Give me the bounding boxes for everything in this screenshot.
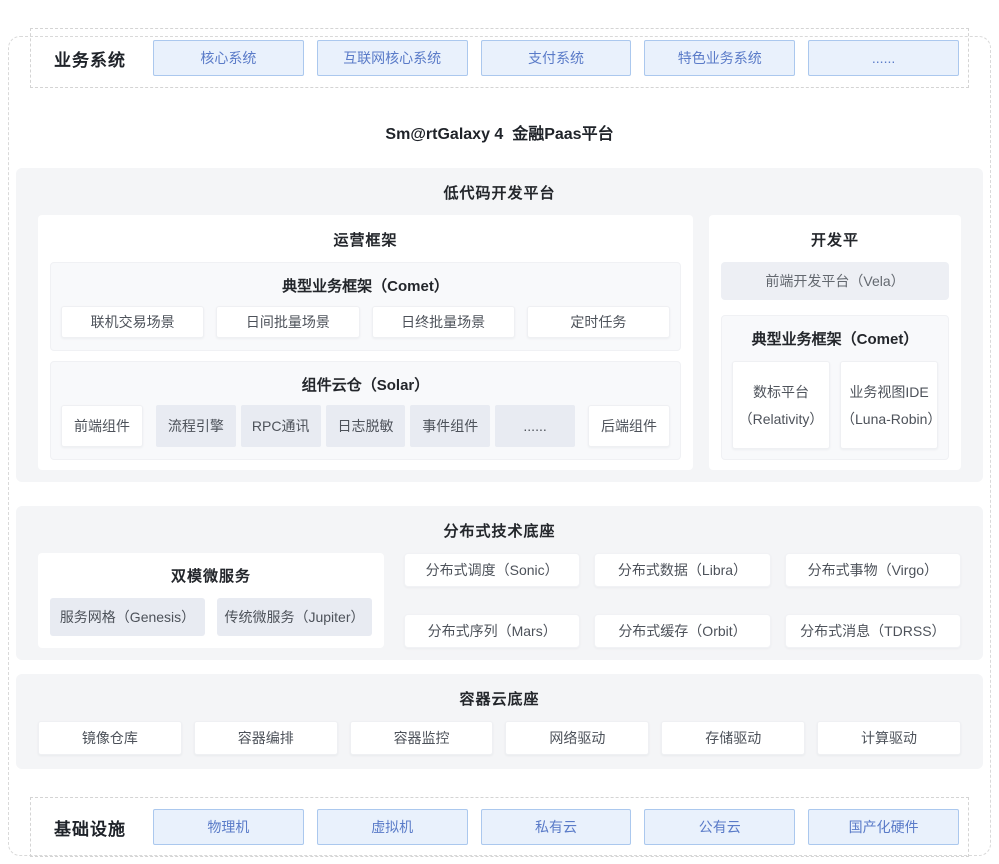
solar-middleware-group: 流程引擎 RPC通讯 日志脱敏 事件组件 ...... xyxy=(156,405,575,447)
relativity-platform[interactable]: 数标平台 （Relativity） xyxy=(732,361,830,449)
luna-robin-name: 业务视图IDE xyxy=(849,382,928,402)
dual-mode-title: 双模微服务 xyxy=(50,565,372,586)
business-system-core[interactable]: 核心系统 xyxy=(153,40,304,76)
distributed-scheduling-sonic[interactable]: 分布式调度（Sonic） xyxy=(404,553,580,587)
luna-robin-ide[interactable]: 业务视图IDE （Luna-Robin） xyxy=(840,361,938,449)
container-monitoring[interactable]: 容器监控 xyxy=(350,721,494,755)
dev-platform-title: 开发平 xyxy=(721,229,949,250)
relativity-codename: （Relativity） xyxy=(739,409,824,429)
infra-physical-machine[interactable]: 物理机 xyxy=(153,809,304,845)
storage-driver[interactable]: 存储驱动 xyxy=(661,721,805,755)
lowcode-platform-title: 低代码开发平台 xyxy=(38,178,961,203)
business-system-internet-core[interactable]: 互联网核心系统 xyxy=(317,40,468,76)
dual-mode-microservice-panel: 双模微服务 服务网格（Genesis） 传统微服务（Jupiter） xyxy=(38,553,384,648)
dev-platform-panel: 开发平 前端开发平台（Vela） 典型业务框架（Comet） 数标平台 （Rel… xyxy=(709,215,961,470)
component-rpc[interactable]: RPC通讯 xyxy=(241,405,321,447)
lowcode-platform-section: 低代码开发平台 运营框架 典型业务框架（Comet） 联机交易场景 日间批量场景… xyxy=(16,168,983,482)
scenario-scheduled-task[interactable]: 定时任务 xyxy=(527,306,670,338)
infra-virtual-machine[interactable]: 虚拟机 xyxy=(317,809,468,845)
operation-framework-panel: 运营框架 典型业务框架（Comet） 联机交易场景 日间批量场景 日终批量场景 … xyxy=(38,215,693,470)
solar-warehouse-title: 组件云仓（Solar） xyxy=(61,374,670,395)
business-system-more[interactable]: ...... xyxy=(808,40,959,76)
business-system-payment[interactable]: 支付系统 xyxy=(481,40,632,76)
container-orchestration[interactable]: 容器编排 xyxy=(194,721,338,755)
solar-warehouse-box: 组件云仓（Solar） 前端组件 流程引擎 RPC通讯 日志脱敏 事件组件 ..… xyxy=(50,361,681,460)
platform-title: Sm@rtGalaxy 4 金融Paas平台 xyxy=(0,120,999,144)
comet-framework-title: 典型业务框架（Comet） xyxy=(61,275,670,296)
infra-public-cloud[interactable]: 公有云 xyxy=(644,809,795,845)
component-backend[interactable]: 后端组件 xyxy=(588,405,670,447)
distributed-data-libra[interactable]: 分布式数据（Libra） xyxy=(594,553,770,587)
component-log-masking[interactable]: 日志脱敏 xyxy=(326,405,406,447)
dual-mode-row: 服务网格（Genesis） 传统微服务（Jupiter） xyxy=(50,598,372,636)
container-cloud-section: 容器云底座 镜像仓库 容器编排 容器监控 网络驱动 存储驱动 计算驱动 xyxy=(16,674,983,769)
distributed-sequence-mars[interactable]: 分布式序列（Mars） xyxy=(404,614,580,648)
distributed-cache-orbit[interactable]: 分布式缓存（Orbit） xyxy=(594,614,770,648)
service-mesh-genesis[interactable]: 服务网格（Genesis） xyxy=(50,598,205,636)
business-systems-label: 业务系统 xyxy=(40,46,140,71)
scenario-online-trading[interactable]: 联机交易场景 xyxy=(61,306,204,338)
distributed-transaction-virgo[interactable]: 分布式事物（Virgo） xyxy=(785,553,961,587)
image-registry[interactable]: 镜像仓库 xyxy=(38,721,182,755)
network-driver[interactable]: 网络驱动 xyxy=(505,721,649,755)
component-frontend[interactable]: 前端组件 xyxy=(61,405,143,447)
comet-scenario-row: 联机交易场景 日间批量场景 日终批量场景 定时任务 xyxy=(61,306,670,338)
business-system-special[interactable]: 特色业务系统 xyxy=(644,40,795,76)
dev-comet-box: 典型业务框架（Comet） 数标平台 （Relativity） 业务视图IDE … xyxy=(721,315,949,460)
vela-frontend-platform[interactable]: 前端开发平台（Vela） xyxy=(721,262,949,300)
dev-comet-row: 数标平台 （Relativity） 业务视图IDE （Luna-Robin） xyxy=(732,361,938,449)
solar-component-row: 前端组件 流程引擎 RPC通讯 日志脱敏 事件组件 ...... 后端组件 xyxy=(61,405,670,447)
comet-framework-box: 典型业务框架（Comet） 联机交易场景 日间批量场景 日终批量场景 定时任务 xyxy=(50,262,681,351)
distributed-services-grid: 分布式调度（Sonic） 分布式数据（Libra） 分布式事物（Virgo） 分… xyxy=(404,553,961,648)
component-more[interactable]: ...... xyxy=(495,405,575,447)
relativity-name: 数标平台 xyxy=(753,382,809,402)
infra-private-cloud[interactable]: 私有云 xyxy=(481,809,632,845)
container-cloud-title: 容器云底座 xyxy=(38,684,961,709)
distributed-message-tdrss[interactable]: 分布式消息（TDRSS） xyxy=(785,614,961,648)
component-event[interactable]: 事件组件 xyxy=(410,405,490,447)
distributed-base-title: 分布式技术底座 xyxy=(38,516,961,541)
scenario-daytime-batch[interactable]: 日间批量场景 xyxy=(216,306,359,338)
infrastructure-row: 基础设施 物理机 虚拟机 私有云 公有云 国产化硬件 xyxy=(30,797,969,857)
dev-comet-title: 典型业务框架（Comet） xyxy=(732,328,938,349)
business-systems-row: 业务系统 核心系统 互联网核心系统 支付系统 特色业务系统 ...... xyxy=(30,28,969,88)
traditional-microservice-jupiter[interactable]: 传统微服务（Jupiter） xyxy=(217,598,372,636)
container-cloud-row: 镜像仓库 容器编排 容器监控 网络驱动 存储驱动 计算驱动 xyxy=(38,721,961,755)
luna-robin-codename: （Luna-Robin） xyxy=(841,409,937,429)
component-process-engine[interactable]: 流程引擎 xyxy=(156,405,236,447)
distributed-content: 双模微服务 服务网格（Genesis） 传统微服务（Jupiter） 分布式调度… xyxy=(38,553,961,648)
architecture-diagram: 业务系统 核心系统 互联网核心系统 支付系统 特色业务系统 ...... Sm@… xyxy=(0,28,999,857)
lowcode-content: 运营框架 典型业务框架（Comet） 联机交易场景 日间批量场景 日终批量场景 … xyxy=(38,215,961,470)
compute-driver[interactable]: 计算驱动 xyxy=(817,721,961,755)
operation-framework-title: 运营框架 xyxy=(50,229,681,250)
scenario-endofday-batch[interactable]: 日终批量场景 xyxy=(372,306,515,338)
infra-domestic-hardware[interactable]: 国产化硬件 xyxy=(808,809,959,845)
distributed-base-section: 分布式技术底座 双模微服务 服务网格（Genesis） 传统微服务（Jupite… xyxy=(16,506,983,660)
